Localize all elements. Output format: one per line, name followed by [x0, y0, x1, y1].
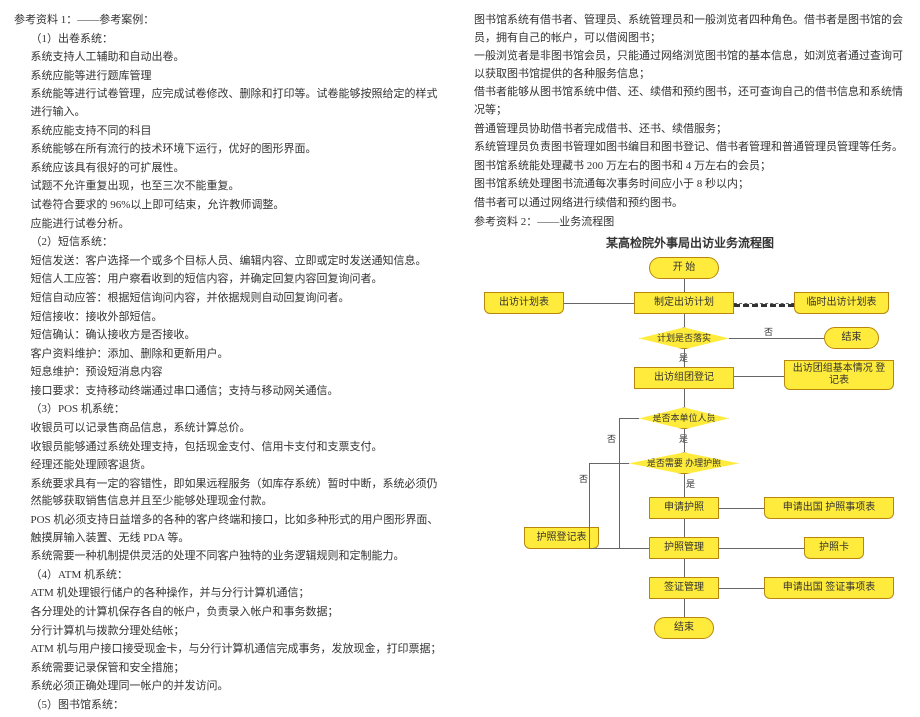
text-line: 试题不允许重复出现，也至三次不能重复。 — [14, 178, 446, 196]
text-line: （1）出卷系统： — [14, 31, 446, 49]
text-line: 参考资料 2：——业务流程图 — [474, 214, 906, 232]
flow-visa-mgmt: 签证管理 — [649, 577, 719, 599]
flow-passport-card: 护照卡 — [804, 537, 864, 559]
text-line: （2）短信系统： — [14, 234, 446, 252]
text-line: 图书馆系统处理图书流通每次事务时间应小于 8 秒以内； — [474, 176, 906, 194]
flow-start: 开 始 — [649, 257, 719, 279]
text-line: 接口要求：支持移动终端通过串口通信；支持与移动网关通信。 — [14, 383, 446, 401]
text-line: 短息维护：预设短消息内容 — [14, 364, 446, 382]
flow-end1: 结束 — [824, 327, 879, 349]
flow-passport-item: 申请出国 护照事项表 — [764, 497, 894, 519]
flow-confirm: 计划是否落实 — [639, 327, 729, 349]
text-line: 系统应该具有很好的可扩展性。 — [14, 160, 446, 178]
text-line: （4）ATM 机系统： — [14, 567, 446, 585]
text-line: 系统必须正确处理同一帐户的并发访问。 — [14, 678, 446, 696]
text-line: 系统能够在所有流行的技术环境下运行，优好的图形界面。 — [14, 141, 446, 159]
text-line: 系统能等进行试卷管理，应完成试卷修改、删除和打印等。试卷能够按照给定的样式进行输… — [14, 86, 446, 121]
text-line: 系统管理员负责图书管理如图书编目和图书登记、借书者管理和普通管理员管理等任务。 — [474, 139, 906, 157]
flow-end2: 结束 — [654, 617, 714, 639]
text-line: 应能进行试卷分析。 — [14, 216, 446, 234]
text-line: 系统支持人工辅助和自动出卷。 — [14, 49, 446, 67]
flow-plan-doc: 出访计划表 — [484, 292, 564, 314]
flowchart: 开 始 出访计划表 制定出访计划 临时出访计划表 计划是否落实 结束 出访组团登… — [474, 257, 894, 717]
text-line: 收银员能够通过系统处理支持，包括现金支付、信用卡支付和支票支付。 — [14, 439, 446, 457]
text-line: 短信发送：客户选择一个或多个目标人员、编辑内容、立即或定时发送通知信息。 — [14, 253, 446, 271]
text-line: （5）图书馆系统： — [14, 697, 446, 715]
text-line: 收银员可以记录售商品信息，系统计算总价。 — [14, 420, 446, 438]
text-line: 参考资料 1：——参考案例： — [14, 12, 446, 30]
text-line: 系统需要一种机制提供灵活的处理不同客户独特的业务逻辑规则和定制能力。 — [14, 548, 446, 566]
text-line: 系统要求具有一定的容错性，即如果远程服务（如库存系统）暂时中断，系统必须仍然能够… — [14, 476, 446, 511]
flowchart-title: 某高检院外事局出访业务流程图 — [474, 234, 906, 253]
flow-isunit: 是否本单位人员 — [639, 407, 729, 429]
text-line: 系统应能支持不同的科目 — [14, 123, 446, 141]
text-line: 图书馆系统能处理藏书 200 万左右的图书和 4 万左右的会员； — [474, 158, 906, 176]
flow-team-doc: 出访团组基本情况 登记表 — [784, 360, 894, 390]
text-line: 客户资料维护：添加、删除和更新用户。 — [14, 346, 446, 364]
text-line: 普通管理员协助借书者完成借书、还书、续借服务； — [474, 121, 906, 139]
text-line: 各分理处的计算机保存各自的帐户，负责录入帐户和事务数据； — [14, 604, 446, 622]
text-line: ATM 机处理银行储户的各种操作，并与分行计算机通信； — [14, 585, 446, 603]
text-line: 经理还能处理顾客退货。 — [14, 457, 446, 475]
text-line: 短信人工应答：用户察看收到的短信内容，并确定回复内容回复询问者。 — [14, 271, 446, 289]
text-line: 短信接收：接收外部短信。 — [14, 309, 446, 327]
flow-make-plan: 制定出访计划 — [634, 292, 734, 314]
text-line: 借书者可以通过网络进行续借和预约图书。 — [474, 195, 906, 213]
text-line: 短信自动应答：根据短信询问内容，并依据规则自动回复询问者。 — [14, 290, 446, 308]
flow-register: 出访组团登记 — [634, 367, 734, 389]
flow-apply-passport: 申请护照 — [649, 497, 719, 519]
text-line: 短信确认：确认接收方是否接收。 — [14, 327, 446, 345]
text-line: 系统需要记录保管和安全措施； — [14, 660, 446, 678]
text-line: 借书者能够从图书馆系统中借、还、续借和预约图书，还可查询自己的借书信息和系统情况… — [474, 84, 906, 119]
text-line: （3）POS 机系统： — [14, 401, 446, 419]
label-no: 否 — [579, 472, 588, 486]
flow-passport-mgmt: 护照管理 — [649, 537, 719, 559]
text-line: 图书馆系统有借书者、管理员、系统管理员和一般浏览者四种角色。借书者是图书馆的会员… — [474, 12, 906, 47]
text-line: ATM 机与用户接口接受现金卡，与分行计算机通信完成事务，发放现金，打印票据； — [14, 641, 446, 659]
flow-passport-reg: 护照登记表 — [524, 527, 599, 549]
flow-need-passport: 是否需要 办理护照 — [629, 452, 739, 474]
flow-visa-item: 申请出国 签证事项表 — [764, 577, 894, 599]
label-yes: 是 — [686, 477, 695, 491]
text-line: 试卷符合要求的 96%以上即可结束，允许教师调整。 — [14, 197, 446, 215]
flow-temp-plan: 临时出访计划表 — [794, 292, 889, 314]
text-line: POS 机必须支持日益增多的各种的客户终端和接口，比如多种形式的用户图形界面、触… — [14, 512, 446, 547]
label-no: 否 — [607, 432, 616, 446]
text-line: 系统应能等进行题库管理 — [14, 68, 446, 86]
text-line: 一般浏览者是非图书馆会员，只能通过网络浏览图书馆的基本信息，如浏览者通过查询可以… — [474, 48, 906, 83]
